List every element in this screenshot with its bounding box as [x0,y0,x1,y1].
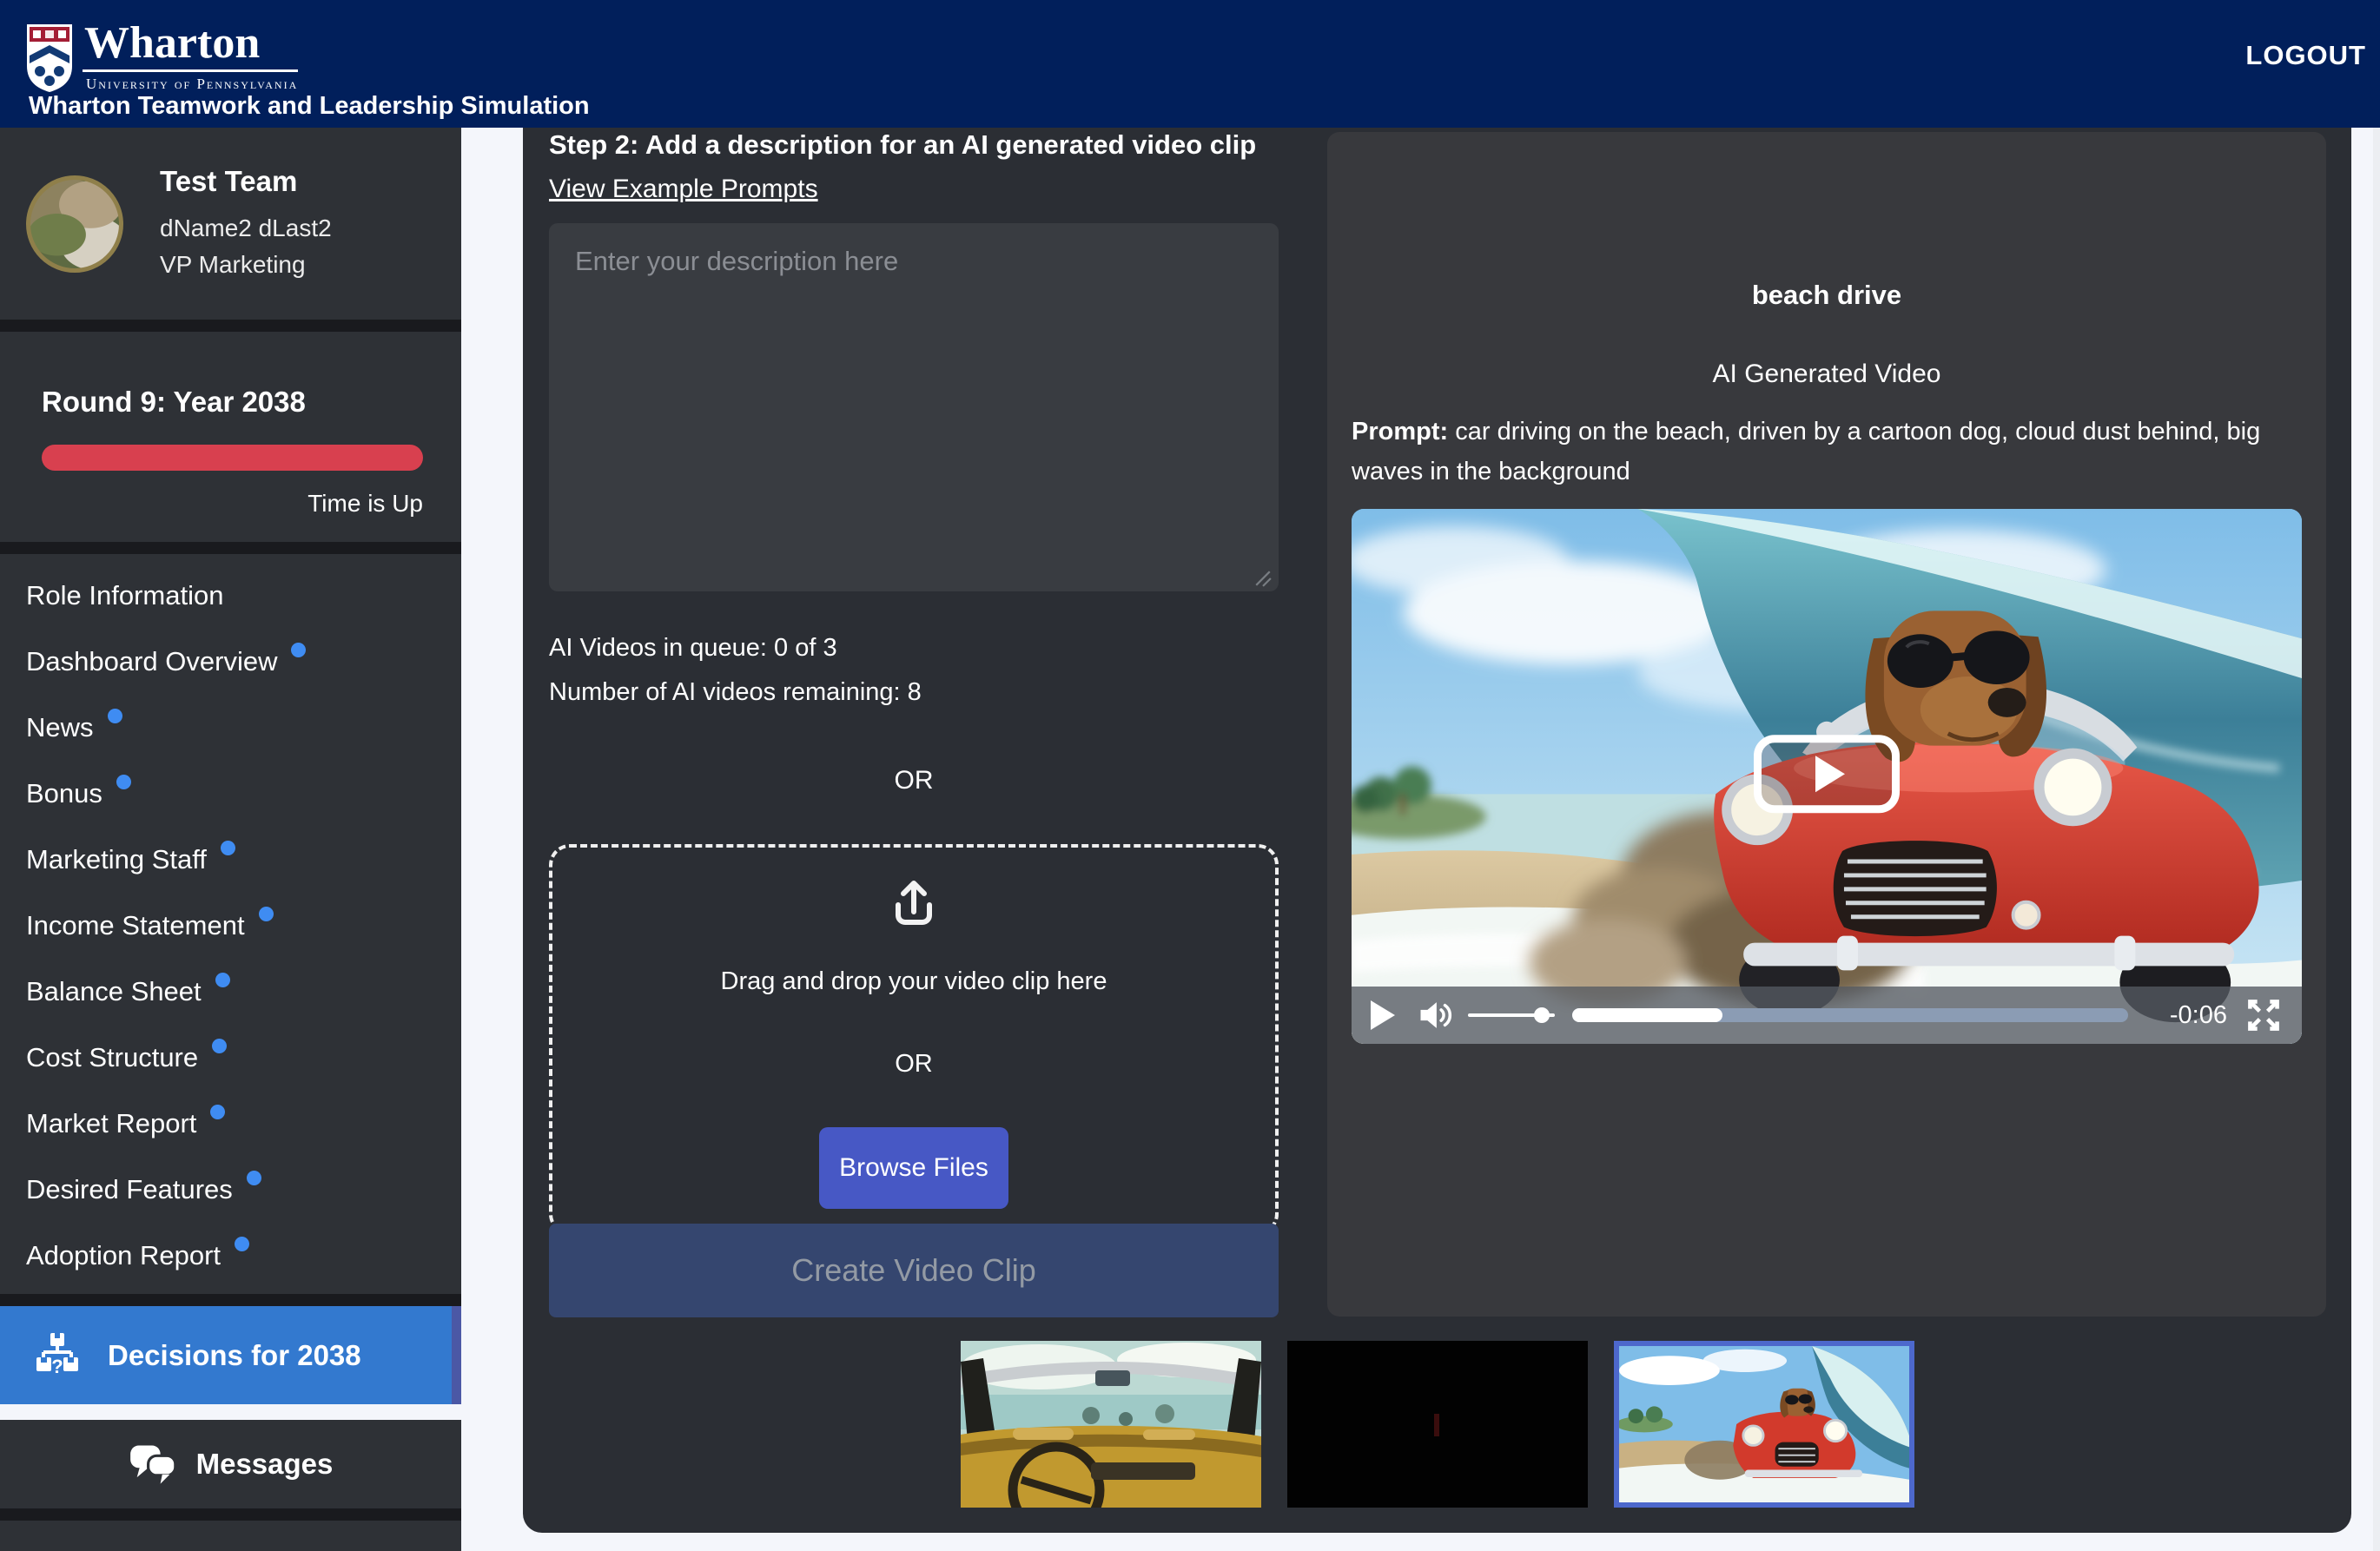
sidebar: Test Team dName2 dLast2 VP Marketing Rou… [0,128,461,1551]
team-name: Test Team [160,165,332,198]
messages-label: Messages [196,1448,334,1481]
queue-status: AI Videos in queue: 0 of 3 [549,634,1279,663]
prompt-text: car driving on the beach, driven by a ca… [1352,418,2260,485]
logo-wordmark: Wharton [83,19,298,72]
video-player[interactable]: -0:06 [1352,509,2302,1044]
sidebar-nav: Role Information Dashboard Overview News… [0,554,461,1294]
unread-dot [215,973,230,987]
create-video-clip-button[interactable]: Create Video Clip [549,1224,1279,1317]
fullscreen-icon[interactable] [2244,996,2283,1034]
view-example-prompts-link[interactable]: View Example Prompts [549,175,818,204]
thumbnail-beach-drive-selected[interactable] [1614,1341,1914,1508]
sidebar-item-role-information[interactable]: Role Information [0,563,461,629]
seek-bar[interactable] [1572,1008,2128,1022]
resize-grip-icon[interactable] [1254,570,1272,587]
member-role: VP Marketing [160,247,332,283]
penn-shield-icon [25,23,74,94]
sidebar-filler [0,1521,461,1551]
round-progress-bar [42,445,423,471]
team-profile: Test Team dName2 dLast2 VP Marketing [0,128,461,320]
time-remaining: -0:06 [2144,1001,2227,1030]
chat-bubbles-icon [129,1443,177,1485]
unread-dot [221,841,235,855]
sidebar-divider [0,1508,461,1521]
sidebar-divider [0,320,461,332]
sidebar-item-cost-structure[interactable]: Cost Structure [0,1025,461,1091]
dropzone-label: Drag and drop your video clip here [721,967,1107,996]
sidebar-item-income-statement[interactable]: Income Statement [0,893,461,959]
video-clip-form: Step 2: Add a description for an AI gene… [549,128,1279,1235]
unread-dot [210,1105,225,1119]
video-controls-bar: -0:06 [1352,987,2302,1044]
unread-dot [212,1039,227,1053]
volume-icon[interactable] [1418,1000,1454,1031]
thumbnail-black-clip[interactable] [1287,1341,1588,1508]
clip-type-label: AI Generated Video [1352,360,2302,389]
browse-files-button[interactable]: Browse Files [819,1127,1008,1209]
play-icon [1815,756,1845,792]
messages-button[interactable]: Messages [0,1420,461,1508]
upload-icon [886,875,942,931]
sidebar-item-bonus[interactable]: Bonus [0,761,461,827]
member-name: dName2 dLast2 [160,210,332,247]
unread-dot [108,709,122,723]
volume-slider[interactable] [1468,1013,1555,1017]
video-dropzone[interactable]: Drag and drop your video clip here OR Br… [549,844,1279,1235]
unread-dot [247,1171,261,1185]
decisions-boxes-icon: ? [31,1330,83,1381]
beach-drive-art [1619,1346,1909,1502]
sidebar-item-marketing-staff[interactable]: Marketing Staff [0,827,461,893]
sidebar-item-market-report[interactable]: Market Report [0,1091,461,1157]
prompt-label: Prompt: [1352,418,1448,446]
round-timer-section: Round 9: Year 2038 Time is Up [0,332,461,542]
top-navbar: Wharton University of Pennsylvania Whart… [0,0,2380,128]
seek-bar-fill [1572,1008,1722,1022]
play-overlay-button[interactable] [1754,735,1900,813]
unread-dot [291,643,306,657]
sidebar-item-desired-features[interactable]: Desired Features [0,1157,461,1223]
car-interior-art [961,1341,1261,1508]
black-clip-detail [1434,1414,1439,1436]
logout-button[interactable]: LOGOUT [2245,40,2366,71]
main-content-card: Step 2: Add a description for an AI gene… [523,128,2351,1533]
description-input[interactable] [549,223,1279,591]
volume-handle[interactable] [1534,1007,1550,1023]
or-divider: OR [549,766,1279,795]
sidebar-divider [0,1294,461,1306]
logo-university-line: University of Pennsylvania [83,72,298,93]
video-preview-panel: beach drive AI Generated Video Prompt: c… [1327,132,2326,1317]
round-label: Round 9: Year 2038 [42,386,423,419]
decisions-label: Decisions for 2038 [108,1339,361,1372]
svg-text:?: ? [51,1356,63,1377]
sidebar-item-dashboard-overview[interactable]: Dashboard Overview [0,629,461,695]
remaining-status: Number of AI videos remaining: 8 [549,678,1279,707]
sidebar-divider [0,542,461,554]
window-scrollbar-track[interactable] [2373,128,2380,1551]
clip-prompt: Prompt: car driving on the beach, driven… [1352,412,2302,492]
sidebar-item-adoption-report[interactable]: Adoption Report [0,1223,461,1289]
sidebar-item-news[interactable]: News [0,695,461,761]
unread-dot [259,907,274,921]
sidebar-item-balance-sheet[interactable]: Balance Sheet [0,959,461,1025]
timer-label: Time is Up [42,490,423,518]
wharton-logo: Wharton University of Pennsylvania [25,19,298,94]
unread-dot [235,1237,249,1251]
clip-thumbnails [523,1341,2351,1508]
thumbnail-car-interior[interactable] [961,1341,1261,1508]
team-avatar [26,175,123,273]
clip-title: beach drive [1352,132,2302,311]
step-heading: Step 2: Add a description for an AI gene… [549,129,1279,161]
app-title: Wharton Teamwork and Leadership Simulati… [29,92,590,121]
decisions-button[interactable]: ? Decisions for 2038 [0,1306,461,1404]
unread-dot [116,775,131,789]
play-button[interactable] [1371,1000,1395,1030]
dropzone-or: OR [895,1050,933,1079]
